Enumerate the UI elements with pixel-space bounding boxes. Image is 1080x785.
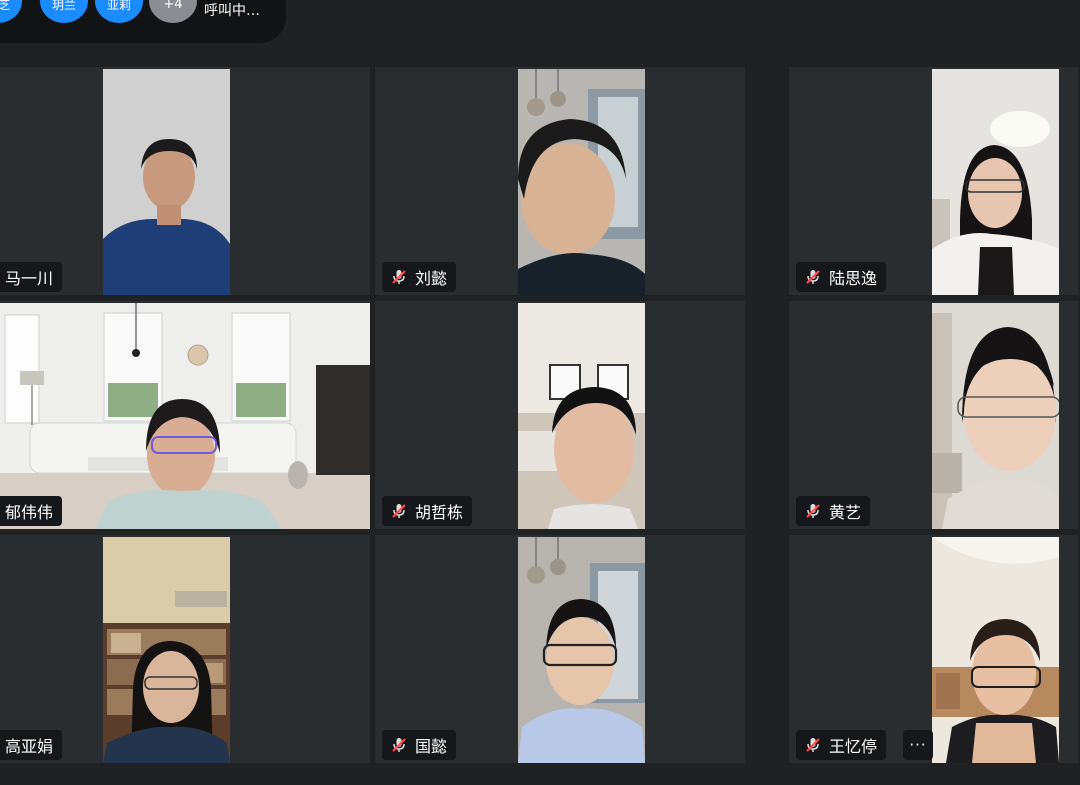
person-video-image (932, 69, 1059, 295)
participant-video (518, 303, 645, 529)
participant-video (103, 69, 230, 295)
person-video-image (103, 69, 230, 295)
participant-tile[interactable]: 国懿 (375, 535, 747, 763)
participant-tile[interactable]: 陆思逸 (789, 67, 1080, 295)
participant-tile[interactable]: 王忆停 ··· (789, 535, 1080, 763)
mic-muted-icon (392, 504, 406, 518)
participant-name-tag: 王忆停 (796, 730, 887, 760)
top-bar: 芳芝 玥兰 亚莉 +4 呼叫中… (0, 0, 1080, 60)
participant-name-tag: 陆思逸 (796, 262, 887, 292)
participant-name-tag: 国懿 (382, 730, 457, 760)
mic-muted-icon (806, 504, 820, 518)
mic-muted-icon (392, 738, 406, 752)
bottom-strip (0, 766, 1080, 785)
person-video-image (518, 303, 645, 529)
participant-tile[interactable]: 胡哲栋 (375, 301, 747, 529)
participant-video (518, 69, 645, 295)
person-video-image (103, 537, 230, 763)
participant-name-tag: 郁伟伟 (0, 496, 63, 526)
mic-muted-icon (392, 270, 406, 284)
participant-video (518, 537, 645, 763)
participant-tile[interactable]: 高亚娟 (0, 535, 372, 763)
person-video-image (932, 303, 1059, 529)
mic-muted-icon (806, 270, 820, 284)
participant-tile[interactable]: 郁伟伟 (0, 301, 372, 529)
participant-video (932, 69, 1059, 295)
participant-tile[interactable]: 刘懿 (375, 67, 747, 295)
participant-video (932, 303, 1059, 529)
participant-tile[interactable]: 马一川 (0, 67, 372, 295)
person-video-image (518, 537, 645, 763)
participant-name-tag: 马一川 (0, 262, 63, 292)
participant-video (932, 537, 1059, 763)
more-invitees-avatar[interactable]: +4 (149, 0, 197, 23)
participant-tile[interactable]: 黄艺 (789, 301, 1080, 529)
calling-status-text: 呼叫中… (204, 3, 260, 19)
participant-name-tag: 刘懿 (382, 262, 457, 292)
mic-muted-icon (806, 738, 820, 752)
invitee-avatar[interactable]: 亚莉 (95, 0, 143, 23)
person-video-image (932, 537, 1059, 763)
participant-video (103, 537, 230, 763)
invitee-avatar[interactable]: 玥兰 (40, 0, 88, 23)
participant-name-tag: 胡哲栋 (382, 496, 473, 526)
invitee-avatar[interactable]: 芳芝 (0, 0, 22, 23)
participant-name-tag: 黄艺 (796, 496, 871, 526)
participant-name-tag: 高亚娟 (0, 730, 63, 760)
calling-status-pill[interactable]: 芳芝 玥兰 亚莉 +4 呼叫中… (0, 0, 286, 43)
person-video-image (518, 69, 645, 295)
more-options-button[interactable]: ··· (903, 730, 933, 760)
